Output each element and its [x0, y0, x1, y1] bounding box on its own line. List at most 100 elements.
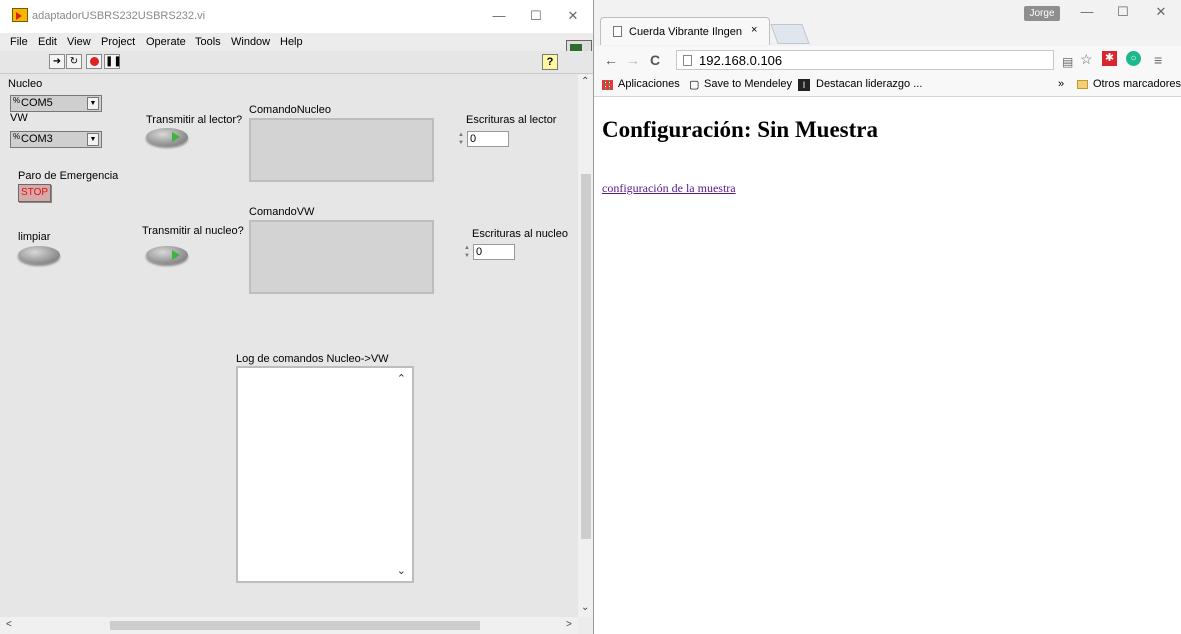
- bookmark-otros[interactable]: Otros marcadores: [1093, 78, 1181, 90]
- front-panel: Nucleo % COM5 ▼ VW % COM3 ▼ Transmitir a…: [0, 74, 578, 617]
- escrituras-nucleo-numeric[interactable]: ▲ ▼ 0: [462, 244, 520, 260]
- limpiar-toggle[interactable]: [18, 246, 60, 264]
- scroll-down-icon[interactable]: ⌄: [581, 602, 589, 613]
- pause-icon[interactable]: ❚❚: [104, 54, 122, 69]
- menu-help[interactable]: Help: [280, 36, 303, 48]
- scroll-right-icon[interactable]: >: [566, 619, 572, 630]
- run-arrow-icon[interactable]: ➜: [49, 54, 65, 69]
- context-help-button[interactable]: ?: [542, 54, 558, 70]
- paro-emergencia-label: Paro de Emergencia: [18, 170, 119, 182]
- comando-nucleo-label: ComandoNucleo: [249, 104, 331, 116]
- labview-window: adaptadorUSBRS232USBRS232.vi — ☐ ✕ File …: [0, 0, 594, 634]
- visa-prefix-icon: %: [13, 96, 21, 105]
- escrituras-lector-value[interactable]: 0: [467, 131, 509, 147]
- log-textbox[interactable]: ⌃ ⌄: [236, 366, 414, 583]
- maximize-button[interactable]: ☐: [525, 6, 547, 26]
- labview-menu-bar: File Edit View Project Operate Tools Win…: [0, 33, 593, 51]
- labview-window-title: adaptadorUSBRS232USBRS232.vi: [32, 10, 206, 22]
- close-button[interactable]: ✕: [562, 6, 584, 26]
- transmit-nucleo-label: Transmitir al nucleo?: [142, 225, 244, 237]
- bookmark-mendeley[interactable]: Save to Mendeley: [704, 78, 792, 90]
- url-text[interactable]: 192.168.0.106: [699, 53, 782, 68]
- menu-icon[interactable]: ≡: [1154, 52, 1162, 68]
- minimize-button[interactable]: —: [1076, 2, 1098, 22]
- horizontal-scroll-thumb[interactable]: [110, 621, 480, 630]
- nucleo-label: Nucleo: [8, 78, 43, 90]
- horizontal-scrollbar[interactable]: < >: [0, 617, 578, 634]
- bookmark-favicon-icon: I: [798, 79, 810, 91]
- grammarly-icon[interactable]: ○: [1126, 51, 1141, 66]
- comando-vw-label: ComandoVW: [249, 206, 315, 218]
- forward-icon[interactable]: →: [626, 52, 640, 68]
- comando-nucleo-indicator: [249, 118, 434, 182]
- more-bookmarks-icon[interactable]: »: [1058, 78, 1064, 90]
- page-icon: ▢: [689, 79, 700, 91]
- new-tab-button[interactable]: [770, 24, 810, 44]
- bookmark-aplicaciones[interactable]: Aplicaciones: [618, 78, 680, 90]
- page-icon: [683, 55, 692, 66]
- vw-com-select[interactable]: % COM3 ▼: [10, 131, 102, 148]
- limpiar-label: limpiar: [18, 231, 51, 243]
- translate-icon[interactable]: ▤: [1062, 55, 1073, 69]
- menu-view[interactable]: View: [67, 36, 91, 48]
- vertical-scrollbar[interactable]: ⌃ ⌄: [578, 74, 593, 617]
- log-label: Log de comandos Nucleo->VW: [236, 353, 389, 365]
- address-bar[interactable]: 192.168.0.106: [676, 50, 1054, 70]
- folder-icon: [1077, 80, 1088, 89]
- transmit-lector-label: Transmitir al lector?: [146, 114, 243, 126]
- increment-decrement-icon[interactable]: ▲ ▼: [462, 244, 472, 260]
- menu-file[interactable]: File: [10, 36, 28, 48]
- vertical-scroll-thumb[interactable]: [581, 174, 591, 539]
- visa-prefix-icon: %: [13, 132, 21, 141]
- bookmark-destacan[interactable]: Destacan liderazgo ...: [816, 78, 922, 90]
- scroll-left-icon[interactable]: <: [6, 619, 12, 630]
- escrituras-nucleo-label: Escrituras al nucleo: [472, 228, 568, 240]
- transmit-lector-toggle[interactable]: [146, 128, 188, 146]
- increment-decrement-icon[interactable]: ▲ ▼: [456, 131, 466, 147]
- escrituras-lector-label: Escrituras al lector: [466, 114, 557, 126]
- run-continuously-icon[interactable]: ↻: [66, 54, 82, 69]
- escrituras-nucleo-value[interactable]: 0: [473, 244, 515, 260]
- extension-icon[interactable]: ✱: [1102, 51, 1117, 66]
- close-button[interactable]: ✕: [1150, 2, 1172, 22]
- page-heading: Configuración: Sin Muestra: [602, 117, 878, 142]
- apps-icon: [602, 80, 613, 90]
- bookmarks-bar: Aplicaciones ▢ Save to Mendeley I Destac…: [594, 74, 1181, 97]
- close-tab-icon[interactable]: ×: [751, 24, 757, 36]
- nucleo-com-value: COM5: [21, 97, 53, 109]
- maximize-button[interactable]: ☐: [1112, 2, 1134, 22]
- minimize-button[interactable]: —: [488, 6, 510, 26]
- chrome-tab-strip: Cuerda Vibrante Ilngen × Jorge — ☐ ✕: [594, 0, 1181, 46]
- stop-button[interactable]: STOP: [18, 184, 51, 202]
- chevron-down-icon[interactable]: ▼: [87, 133, 99, 146]
- page-content: Configuración: Sin Muestra configuración…: [594, 97, 1181, 634]
- tab-cuerda-vibrante[interactable]: Cuerda Vibrante Ilngen ×: [600, 17, 770, 45]
- menu-tools[interactable]: Tools: [195, 36, 221, 48]
- play-arrow-icon: [172, 250, 180, 260]
- escrituras-lector-numeric[interactable]: ▲ ▼ 0: [456, 131, 514, 147]
- labview-toolbar: ➜ ↻ ❚❚ ?: [0, 51, 593, 74]
- menu-project[interactable]: Project: [101, 36, 135, 48]
- menu-window[interactable]: Window: [231, 36, 270, 48]
- config-link[interactable]: configuración de la muestra: [602, 181, 736, 196]
- menu-operate[interactable]: Operate: [146, 36, 186, 48]
- labview-vi-icon: [12, 8, 28, 22]
- star-icon[interactable]: ☆: [1080, 51, 1093, 68]
- chevron-down-icon[interactable]: ▼: [87, 97, 99, 110]
- vw-label: VW: [10, 112, 28, 124]
- tab-title: Cuerda Vibrante Ilngen: [629, 26, 742, 38]
- reload-icon[interactable]: C: [650, 52, 660, 68]
- page-icon: [613, 26, 622, 37]
- transmit-nucleo-toggle[interactable]: [146, 246, 188, 264]
- scroll-up-icon[interactable]: ⌃: [397, 372, 406, 385]
- menu-edit[interactable]: Edit: [38, 36, 57, 48]
- profile-badge[interactable]: Jorge: [1024, 6, 1060, 21]
- play-arrow-icon: [172, 132, 180, 142]
- chrome-toolbar: ← → C 192.168.0.106 ▤ ☆ ✱ ○ ≡: [594, 46, 1181, 74]
- scroll-down-icon[interactable]: ⌄: [397, 564, 406, 577]
- nucleo-com-select[interactable]: % COM5 ▼: [10, 95, 102, 112]
- scroll-up-icon[interactable]: ⌃: [581, 76, 589, 87]
- abort-icon[interactable]: [86, 54, 102, 69]
- vw-com-value: COM3: [21, 133, 53, 145]
- back-icon[interactable]: ←: [604, 52, 618, 68]
